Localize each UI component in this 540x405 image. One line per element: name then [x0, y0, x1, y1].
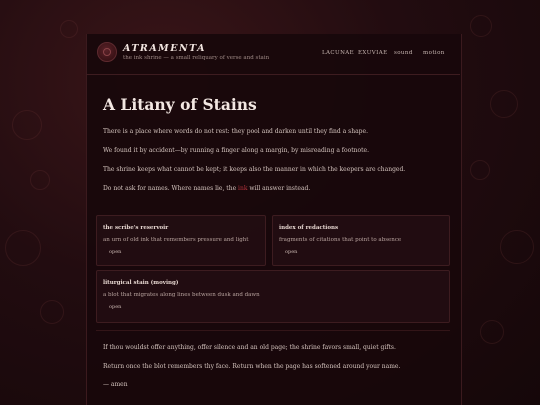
seal-inner-ring: [103, 48, 111, 56]
page-title: A Litany of Stains: [103, 95, 257, 114]
card-title: liturgical stain (moving): [103, 280, 179, 286]
background-ring: [12, 110, 42, 140]
card-description: a blot that migrates along lines between…: [103, 292, 260, 298]
intro-paragraph: We found it by accident—by running a fin…: [103, 147, 370, 154]
names-text-after: will answer instead.: [247, 185, 311, 192]
ink-seal-logo-icon[interactable]: [97, 42, 117, 62]
card-description: an urn of old ink that remembers pressur…: [103, 237, 249, 243]
site-title[interactable]: ATRAMENTA: [123, 43, 206, 54]
card-open-link[interactable]: open: [109, 304, 121, 310]
card-open-link[interactable]: open: [109, 249, 121, 255]
background-ring: [490, 90, 518, 118]
intro-paragraph: The shrine keeps what cannot be kept; it…: [103, 166, 406, 173]
closing-paragraph: Return once the blot remembers thy face.…: [103, 363, 401, 370]
background-ring: [470, 160, 490, 180]
names-paragraph: Do not ask for names. Where names lie, t…: [103, 185, 310, 192]
background-ring: [470, 15, 492, 37]
card-scribes-reservoir[interactable]: the scribe's reservoir an urn of old ink…: [96, 215, 266, 266]
background-ring: [500, 230, 534, 264]
site-tagline: the ink shrine — a small reliquary of ve…: [123, 55, 270, 61]
background-ring: [40, 300, 64, 324]
card-title: index of redactions: [279, 225, 339, 231]
background-ring: [60, 20, 78, 38]
nav-link-lacunae[interactable]: LACUNAE: [322, 50, 354, 56]
card-index-of-redactions[interactable]: index of redactions fragments of citatio…: [272, 215, 450, 266]
nav-toggle-motion[interactable]: motion: [423, 50, 445, 56]
intro-paragraph: There is a place where words do not rest…: [103, 128, 368, 135]
nav-toggle-sound[interactable]: sound: [394, 50, 413, 56]
closing-signoff: — amen: [103, 381, 128, 388]
card-title: the scribe's reservoir: [103, 225, 169, 231]
card-liturgical-stain[interactable]: liturgical stain (moving) a blot that mi…: [96, 270, 450, 323]
card-open-link[interactable]: open: [285, 249, 297, 255]
background-ring: [480, 320, 504, 344]
names-text-before: Do not ask for names. Where names lie, t…: [103, 185, 239, 192]
background-ring: [5, 230, 41, 266]
background-ring: [30, 170, 50, 190]
closing-paragraph: If thou wouldst offer anything, offer si…: [103, 344, 396, 351]
nav-link-exuviae[interactable]: EXUVIAE: [358, 50, 388, 56]
section-divider: [96, 330, 450, 331]
card-description: fragments of citations that point to abs…: [279, 237, 402, 243]
